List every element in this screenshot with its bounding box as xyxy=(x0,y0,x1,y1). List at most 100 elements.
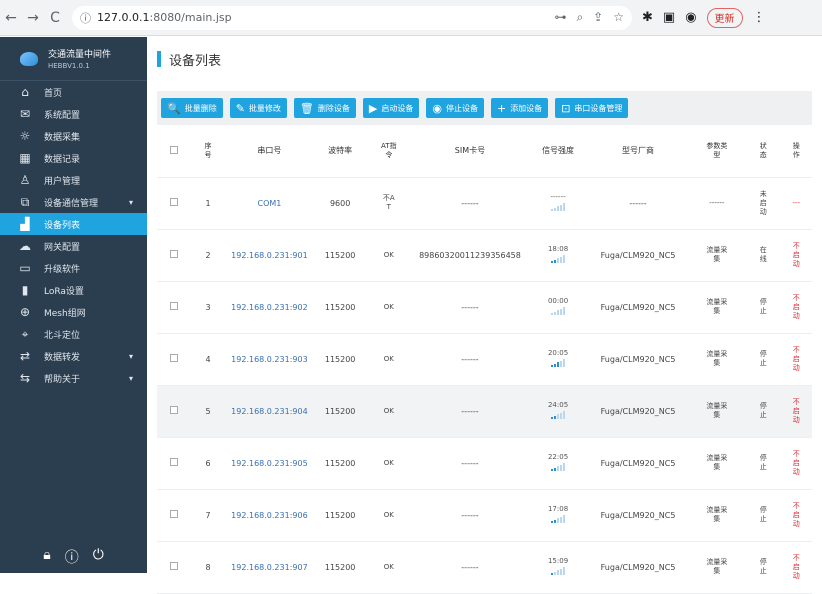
port-link[interactable]: 192.168.0.231:907 xyxy=(224,541,315,594)
back-icon[interactable]: ← xyxy=(0,7,22,29)
page-title: 设备列表 xyxy=(169,53,222,69)
info-icon[interactable]: ⓘ xyxy=(80,10,91,26)
sidebar-item-label: 系统配置 xyxy=(44,110,81,121)
table-row[interactable]: 8 192.168.0.231:907 115200 OK ------ 15:09 Fug… xyxy=(157,541,812,594)
toolbar-button[interactable]: ◉ 停止设备 xyxy=(426,98,484,118)
home-icon: ⌂ xyxy=(21,85,29,99)
operate-link[interactable]: --- xyxy=(780,177,812,230)
param-type: 流量采集 xyxy=(687,281,746,334)
port-link[interactable]: 192.168.0.231:902 xyxy=(224,281,315,334)
table-row[interactable]: 3 192.168.0.231:902 115200 OK ------ 00:00 Fug… xyxy=(157,281,812,334)
button-icon: ▶ xyxy=(368,101,378,115)
operate-link[interactable]: 不启动 xyxy=(780,229,812,282)
share-icon[interactable]: ⇪ xyxy=(593,10,603,25)
menu-icon[interactable]: ⋮ xyxy=(753,10,766,25)
row-checkbox[interactable] xyxy=(157,489,192,542)
select-all-checkbox[interactable] xyxy=(157,125,192,178)
operate-link[interactable]: 不启动 xyxy=(780,541,812,594)
reload-icon[interactable]: C xyxy=(44,7,66,29)
port-link[interactable]: 192.168.0.231:905 xyxy=(224,437,315,490)
sidebar-item[interactable]: ☼ 数据采集 xyxy=(0,125,147,147)
sidebar-item[interactable]: ♙ 用户管理 xyxy=(0,169,147,191)
table-row[interactable]: 4 192.168.0.231:903 115200 OK ------ 20:05 Fug… xyxy=(157,333,812,386)
address-bar[interactable]: ⓘ 127.0.0.1 :8080/main.jsp ⊶ ⌕ ⇪ ☆ xyxy=(72,5,632,30)
table-row[interactable]: 2 192.168.0.231:901 115200 OK 89860320011239… xyxy=(157,229,812,282)
sidepanel-icon[interactable]: ▣ xyxy=(663,10,675,25)
sidebar-item[interactable]: ▦ 数据记录 xyxy=(0,147,147,169)
sim-number: ------ xyxy=(412,385,528,438)
toolbar-button[interactable]: + 添加设备 xyxy=(490,98,549,118)
chevron-down-icon: ▾ xyxy=(128,373,133,383)
sidebar-item[interactable]: ⌂ 首页 xyxy=(0,81,147,103)
sidebar-item[interactable]: ☁ 网关配置 xyxy=(0,235,147,257)
signal-cell: 15:09 xyxy=(527,541,589,594)
row-checkbox[interactable] xyxy=(157,177,192,230)
signal-cell: 17:08 xyxy=(527,489,589,542)
operate-link[interactable]: 不启动 xyxy=(780,489,812,542)
signal-bars xyxy=(551,515,566,523)
row-checkbox[interactable] xyxy=(157,281,192,334)
table-row[interactable]: 6 192.168.0.231:905 115200 OK ------ 22:05 Fug… xyxy=(157,437,812,490)
building-icon: ▟ xyxy=(20,217,30,231)
globe-icon: ⊕ xyxy=(19,305,31,319)
at-status: OK xyxy=(365,333,412,386)
table-row[interactable]: 7 192.168.0.231:906 115200 OK ------ 17:08 Fug… xyxy=(157,489,812,542)
model: Fuga/CLM920_NC5 xyxy=(588,281,688,334)
at-status: OK xyxy=(365,385,412,438)
sidebar-item-label: 用户管理 xyxy=(44,176,81,187)
toolbar-button[interactable]: ▶ 启动设备 xyxy=(362,98,420,118)
sidebar-item[interactable]: ⇄ 数据转发 ▾ xyxy=(0,345,147,367)
port-link[interactable]: 192.168.0.231:903 xyxy=(224,333,315,386)
table-row[interactable]: 5 192.168.0.231:904 115200 OK ------ 24:05 Fug… xyxy=(157,385,812,438)
sidebar-item[interactable]: ✉ 系统配置 xyxy=(0,103,147,125)
toolbar-button[interactable]: 🔍 批量删除 xyxy=(161,98,223,118)
sidebar-item-label: 网关配置 xyxy=(44,242,81,253)
operate-link[interactable]: 不启动 xyxy=(780,437,812,490)
row-number: 6 xyxy=(191,437,225,490)
main-content: 设备列表 🔍 批量删除 ✎ 批量修改 🗑 删除设备 ▶ 启动设备 ◉ 停止设备 + 添加设备 ⊡ 串口设备… xyxy=(147,37,822,594)
row-checkbox[interactable] xyxy=(157,437,192,490)
port-link[interactable]: 192.168.0.231:904 xyxy=(224,385,315,438)
sidebar-item[interactable]: ▭ 升级软件 xyxy=(0,257,147,279)
sidebar-item[interactable]: ⊕ Mesh组网 xyxy=(0,301,147,323)
toolbar-button[interactable]: ⊡ 串口设备管理 xyxy=(555,98,629,118)
col-header: 操作 xyxy=(780,125,812,178)
key-icon[interactable]: ⊶ xyxy=(554,10,566,25)
extensions-icon[interactable]: ✱ xyxy=(642,10,653,25)
row-checkbox[interactable] xyxy=(157,541,192,594)
power-icon[interactable]: ⏻ xyxy=(93,547,104,567)
operate-link[interactable]: 不启动 xyxy=(780,281,812,334)
toolbar-button[interactable]: ✎ 批量修改 xyxy=(229,98,287,118)
signal-bars xyxy=(551,411,566,419)
sidebar-item[interactable]: ▮ LoRa设置 xyxy=(0,279,147,301)
profile-button[interactable]: 更新 xyxy=(706,7,743,28)
zoom-icon[interactable]: ⌕ xyxy=(576,10,583,25)
port-link[interactable]: 192.168.0.231:901 xyxy=(224,229,315,282)
sim-number: ------ xyxy=(412,437,528,490)
sidebar-item-label: 数据采集 xyxy=(44,132,81,143)
sidebar-item-label: 数据转发 xyxy=(44,352,81,363)
status: 停止 xyxy=(745,385,781,438)
sidebar-item[interactable]: ⇆ 帮助关于 ▾ xyxy=(0,367,147,389)
table-row[interactable]: 1 COM1 9600 不AT ------ ------ ------ ------ 未启动 -… xyxy=(157,177,812,230)
row-checkbox[interactable] xyxy=(157,229,192,282)
toolbar-button[interactable]: 🗑 删除设备 xyxy=(293,98,356,118)
lock-icon[interactable]: 🔒︎ xyxy=(43,547,50,567)
forward-icon[interactable]: → xyxy=(22,7,44,29)
button-label: 停止设备 xyxy=(445,103,478,113)
sidebar-item[interactable]: ⌖ 北斗定位 xyxy=(0,323,147,345)
avatar[interactable]: ◉ xyxy=(685,10,696,25)
star-icon[interactable]: ☆ xyxy=(613,10,624,25)
button-label: 删除设备 xyxy=(317,103,350,113)
sidebar-item[interactable]: ⧉ 设备通信管理 ▾ xyxy=(0,191,147,213)
baud-rate: 115200 xyxy=(314,437,366,490)
row-checkbox[interactable] xyxy=(157,333,192,386)
port-link[interactable]: 192.168.0.231:906 xyxy=(224,489,315,542)
operate-link[interactable]: 不启动 xyxy=(780,385,812,438)
row-checkbox[interactable] xyxy=(157,385,192,438)
sidebar-item[interactable]: ▟ 设备列表 xyxy=(0,213,147,235)
operate-link[interactable]: 不启动 xyxy=(780,333,812,386)
info-icon[interactable]: ⓘ xyxy=(65,547,79,567)
button-label: 批量删除 xyxy=(184,103,217,113)
port-link[interactable]: COM1 xyxy=(224,177,315,230)
